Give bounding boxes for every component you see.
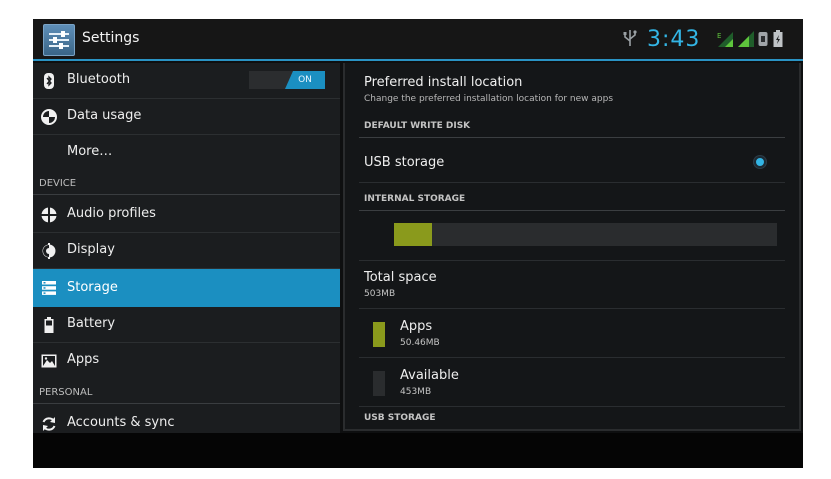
section-header-device: DEVICE: [33, 178, 340, 195]
apps-storage-label: Apps: [400, 319, 433, 334]
battery-icon: [44, 317, 54, 333]
sidebar-item-audio-profiles[interactable]: Audio profiles: [33, 197, 340, 233]
sidebar-item-label: More…: [67, 144, 113, 159]
available-storage-label: Available: [400, 368, 459, 383]
toggle-on-label: ON: [285, 71, 325, 89]
sidebar-item-label: Bluetooth: [67, 72, 131, 87]
sidebar-item-label: Data usage: [67, 108, 142, 123]
section-header-personal: PERSONAL: [33, 387, 340, 404]
page-title: Settings: [82, 30, 140, 46]
total-space-label: Total space: [364, 270, 437, 285]
section-header-internal-storage: INTERNAL STORAGE: [364, 194, 466, 204]
sidebar-item-label: Display: [67, 242, 115, 257]
row-divider: [359, 182, 785, 183]
display-icon: [42, 243, 56, 259]
action-bar-divider: [33, 59, 803, 61]
sidebar-item-display[interactable]: Display: [33, 233, 340, 269]
install-location-subtitle: Change the preferred installation locati…: [364, 94, 614, 104]
radio-button[interactable]: [754, 156, 766, 168]
sidebar-item-label: Storage: [67, 280, 118, 295]
install-location-title: Preferred install location: [364, 75, 523, 90]
section-header-usb-storage: USB STORAGE: [364, 413, 436, 423]
signal-icon: E: [717, 32, 733, 47]
action-bar: Settings 3:43 E: [33, 19, 803, 61]
sync-icon: [42, 417, 56, 431]
bluetooth-icon: [44, 73, 54, 89]
svg-text:E: E: [717, 32, 721, 40]
tablet-screen: Settings 3:43 E Bluetooth ON Data usage …: [33, 19, 803, 468]
total-space-value: 503MB: [364, 289, 396, 299]
section-header-label: DEVICE: [39, 178, 77, 189]
write-disk-option-label: USB storage: [364, 155, 445, 170]
settings-sliders-icon[interactable]: [43, 24, 75, 56]
row-divider: [359, 260, 785, 261]
system-navigation-bar: [33, 433, 803, 468]
settings-list: Bluetooth ON Data usage More… DEVICE Aud…: [33, 63, 340, 433]
sidebar-item-label: Battery: [67, 316, 116, 331]
sidebar-item-label: Accounts & sync: [67, 415, 175, 430]
sidebar-item-battery[interactable]: Battery: [33, 307, 340, 343]
section-divider: [359, 210, 785, 211]
sim-icon: [758, 32, 768, 46]
sidebar-item-more[interactable]: More…: [33, 135, 340, 169]
sidebar-item-data-usage[interactable]: Data usage: [33, 99, 340, 135]
sidebar-item-label: Apps: [67, 352, 100, 367]
sidebar-item-apps[interactable]: Apps: [33, 343, 340, 377]
status-clock: 3:43: [647, 27, 701, 52]
apps-color-swatch: [373, 322, 385, 347]
audio-profiles-icon: [41, 207, 57, 223]
row-divider: [359, 308, 785, 309]
storage-usage-bar: [394, 223, 777, 246]
section-header-default-write-disk: DEFAULT WRITE DISK: [364, 121, 471, 131]
bluetooth-toggle[interactable]: ON: [249, 71, 325, 89]
section-divider: [33, 403, 340, 404]
sidebar-item-label: Audio profiles: [67, 206, 156, 221]
available-storage-value: 453MB: [400, 387, 432, 397]
sidebar-item-bluetooth[interactable]: Bluetooth ON: [33, 63, 340, 99]
apps-storage-value: 50.46MB: [400, 338, 440, 348]
storage-detail-panel: Preferred install location Change the pr…: [343, 63, 801, 431]
data-usage-icon: [41, 109, 57, 125]
apps-icon: [41, 354, 57, 368]
section-divider: [33, 194, 340, 195]
storage-icon: [42, 281, 56, 295]
signal-icon: [738, 31, 754, 47]
section-divider: [359, 137, 785, 138]
available-color-swatch: [373, 371, 385, 396]
radio-selected-dot: [756, 158, 764, 166]
storage-usage-fill: [394, 223, 433, 246]
row-divider: [359, 357, 785, 358]
battery-icon: [773, 30, 783, 47]
section-header-label: PERSONAL: [39, 387, 93, 398]
sidebar-item-storage[interactable]: Storage: [33, 269, 340, 307]
row-divider: [359, 406, 785, 407]
usb-icon: [623, 30, 637, 46]
